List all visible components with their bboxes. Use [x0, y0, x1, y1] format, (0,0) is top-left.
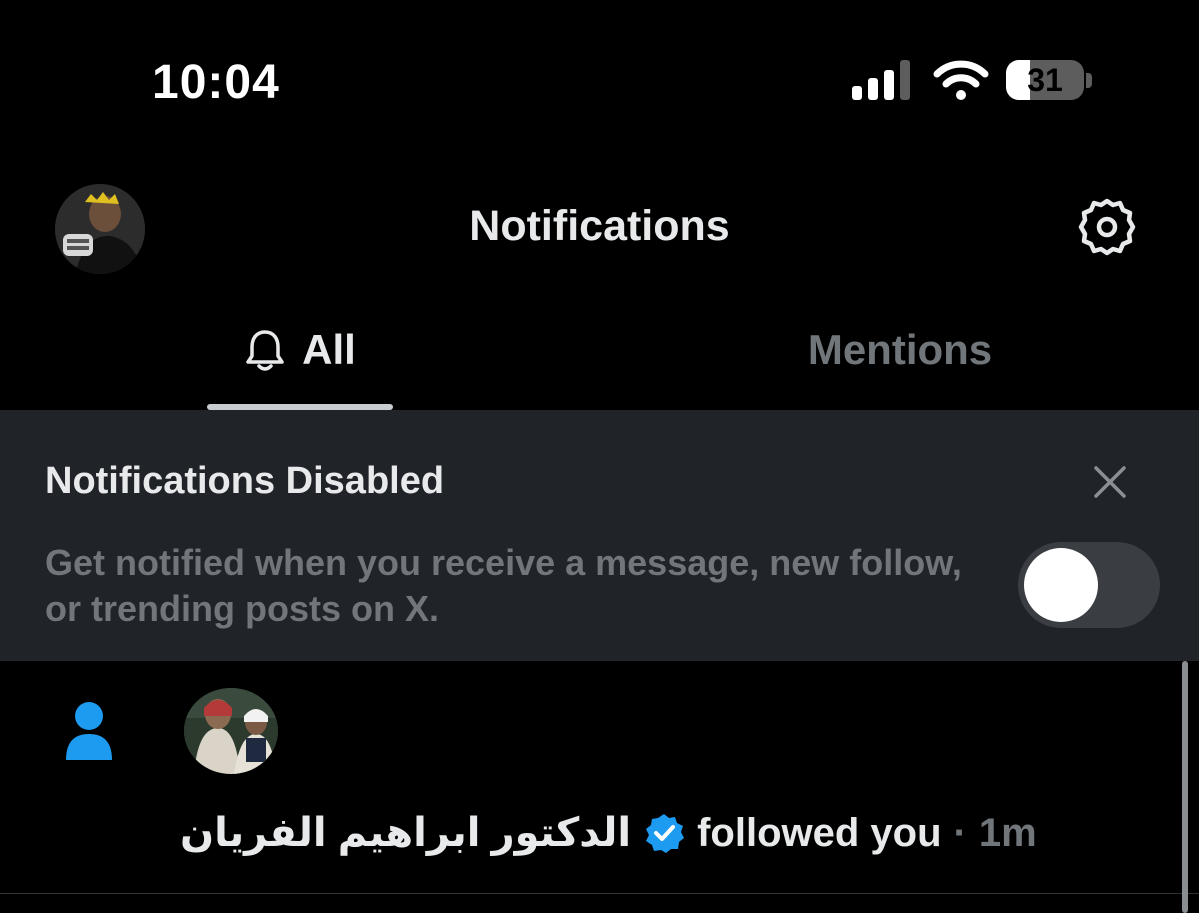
wifi-icon: [933, 60, 989, 100]
page-title: Notifications: [469, 202, 730, 250]
battery-icon: 31: [1006, 60, 1092, 102]
follower-avatar-image: [184, 688, 278, 774]
follower-name[interactable]: الدكتور ابراهيم الفريان: [180, 810, 631, 856]
tab-all-label: All: [302, 326, 356, 373]
person-icon: [66, 702, 112, 760]
tab-mentions[interactable]: Mentions: [700, 320, 1100, 380]
notification-action: followed you: [697, 810, 942, 855]
banner-title: Notifications Disabled: [45, 460, 445, 502]
tab-all[interactable]: All: [207, 320, 393, 380]
bell-icon: [246, 330, 284, 371]
scrollbar[interactable]: [1182, 661, 1188, 913]
gear-icon[interactable]: [1077, 197, 1137, 257]
status-time: 10:04: [152, 56, 280, 109]
toggle-knob: [1024, 548, 1098, 622]
notification-time: 1m: [978, 810, 1037, 855]
notifications-toggle[interactable]: [1018, 542, 1160, 628]
notification-text[interactable]: الدكتور ابراهيم الفريان followed you · 1…: [180, 810, 1037, 856]
close-icon[interactable]: [1090, 462, 1130, 502]
separator-dot: ·: [953, 810, 967, 855]
banner-description: Get notified when you receive a message,…: [45, 542, 962, 629]
follower-avatar[interactable]: [184, 688, 278, 774]
battery-percent: 31: [1027, 62, 1063, 98]
cellular-signal-icon: [852, 60, 912, 100]
verified-badge-icon: [646, 814, 685, 853]
row-divider: [0, 893, 1199, 894]
